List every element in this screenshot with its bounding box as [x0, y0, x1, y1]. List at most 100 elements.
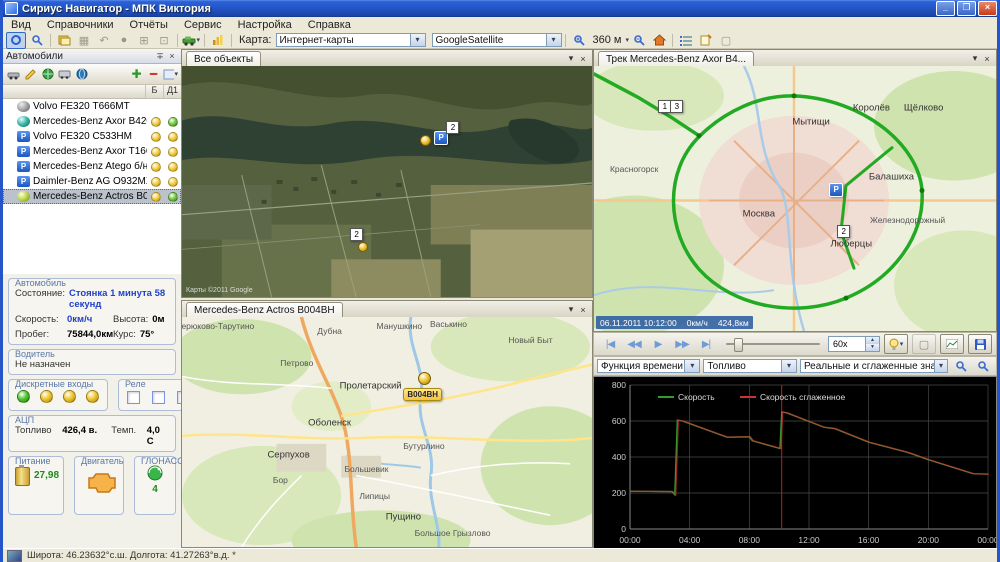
chart-button[interactable] — [209, 33, 227, 48]
relay-checkbox[interactable] — [127, 391, 140, 404]
undo-button[interactable]: ↶ — [95, 33, 113, 48]
relay-checkbox[interactable] — [152, 391, 165, 404]
geo-button[interactable] — [74, 68, 89, 81]
tab-close-icon[interactable]: × — [577, 305, 589, 315]
status-dot-cell — [164, 117, 181, 127]
vehicle-marker[interactable] — [358, 242, 368, 252]
follow-button[interactable] — [6, 32, 26, 49]
chart-zoom-out-button[interactable] — [974, 359, 992, 374]
map-type-combobox[interactable]: Интернет-карты ▾ — [276, 33, 426, 47]
fuel-chart[interactable]: 00:0004:0008:0012:0016:0020:0000:0002004… — [593, 376, 997, 552]
view-mode-button[interactable]: ▾ — [163, 68, 178, 81]
vehicle-row[interactable]: PVolvo FE320 С533НМ — [3, 129, 181, 144]
altitude-label: Высота: — [113, 314, 148, 325]
tab-track[interactable]: Трек Mercedes-Benz Axor В4... — [598, 51, 754, 66]
tab-menu-icon[interactable]: ▾ — [565, 53, 577, 64]
vehicle-group-button[interactable] — [6, 68, 21, 81]
slider-thumb[interactable] — [734, 338, 743, 352]
waypoint-marker-1[interactable]: 1 — [658, 100, 671, 113]
zoom-level-value[interactable]: 360 м — [593, 34, 622, 46]
bus-icon — [58, 69, 71, 79]
zoom-out-button[interactable] — [630, 33, 648, 48]
extra-button[interactable]: ▢ — [717, 33, 735, 48]
chart-zoom-in-button[interactable] — [952, 359, 970, 374]
chart-mode-combobox[interactable]: Функция времени ▾ — [597, 359, 700, 373]
column-d1[interactable]: Д1 — [163, 85, 181, 98]
menu-item[interactable]: Отчёты — [122, 18, 176, 32]
tab-close-icon[interactable]: × — [981, 54, 993, 64]
grid-button[interactable]: ▦ — [75, 33, 93, 48]
vehicle-status-icon — [17, 116, 30, 127]
add-vehicle-button[interactable]: ✚ — [129, 68, 144, 81]
map-place-label: Манушкино — [377, 321, 423, 331]
chart-param-combobox[interactable]: Топливо ▾ — [703, 359, 797, 373]
vehicle-plate-badge[interactable]: В004ВН — [403, 388, 442, 401]
maximize-button[interactable]: ❐ — [957, 1, 976, 16]
waypoint-marker-2[interactable]: 2 — [446, 121, 459, 134]
waypoint-marker-3[interactable]: 3 — [670, 100, 683, 113]
chart-settings-button[interactable] — [940, 334, 964, 354]
vehicle-menu-button[interactable]: ▾ — [182, 33, 200, 48]
group-label: Двигатель — [81, 456, 123, 466]
edit-list-button[interactable] — [23, 68, 38, 81]
speed-spinner[interactable]: 60x ▲▼ — [828, 336, 880, 352]
column-b[interactable]: Б — [145, 85, 163, 98]
dropdown-arrow-icon[interactable]: ▾ — [625, 36, 629, 44]
group-label: Водитель — [15, 349, 55, 359]
menu-item[interactable]: Сервис — [176, 18, 230, 32]
area-button[interactable]: ⊡ — [155, 33, 173, 48]
track-button[interactable] — [57, 68, 72, 81]
title-bar[interactable]: Сириус Навигатор - МПК Виктория _ ❐ × — [0, 0, 1000, 17]
menu-item[interactable]: Справочники — [39, 18, 122, 32]
track-map[interactable]: 1 3 P 2 06.11.2011 10:12:00 0км/ч 424,8к… — [594, 66, 996, 331]
vehicle-position-marker[interactable] — [418, 372, 431, 385]
stop-button[interactable]: ● — [115, 33, 133, 48]
satellite-map[interactable]: P 2 2 Карты ©2011 Google — [182, 66, 592, 297]
highlight-button[interactable]: ▾ — [884, 334, 908, 354]
home-button[interactable] — [650, 33, 668, 48]
vehicle-info-group: Автомобиль Состояние: Стоянка 1 минута 5… — [8, 278, 176, 345]
zoom-in-button[interactable] — [570, 33, 588, 48]
skip-end-button[interactable]: ▶| — [694, 335, 718, 353]
close-icon[interactable]: × — [166, 51, 178, 61]
vehicle-row[interactable]: PDaimler-Benz AG О932МХ — [3, 174, 181, 189]
waypoint-marker-2[interactable]: 2 — [837, 225, 850, 238]
road-map[interactable]: В004ВН Нерюково-ТарутиноДубнаМанушкиноВа… — [182, 317, 592, 547]
tab-menu-icon[interactable]: ▾ — [969, 53, 981, 64]
search-button[interactable] — [28, 33, 46, 48]
fast-forward-button[interactable]: ▶▶ — [670, 335, 694, 353]
stop-playback-button[interactable]: ▢ — [912, 334, 936, 354]
vehicle-row[interactable]: Mercedes-Benz Axor В420НВ — [3, 114, 181, 129]
tab-close-icon[interactable]: × — [577, 54, 589, 64]
ruler-button[interactable]: ⊞ — [135, 33, 153, 48]
menu-item[interactable]: Справка — [300, 18, 359, 32]
save-button[interactable] — [968, 334, 992, 354]
tab-menu-icon[interactable]: ▾ — [565, 304, 577, 315]
edit-button[interactable] — [697, 33, 715, 48]
parking-marker[interactable]: P — [829, 183, 843, 197]
rewind-button[interactable]: ◀◀ — [622, 335, 646, 353]
play-button[interactable]: ▶ — [646, 335, 670, 353]
chart-view-combobox[interactable]: Реальные и сглаженные значени ▾ — [800, 359, 948, 373]
show-all-button[interactable] — [40, 68, 55, 81]
tab-actros-map[interactable]: Mercedes-Benz Actros В004ВН — [186, 302, 343, 317]
playback-slider[interactable] — [726, 335, 820, 353]
spinner-arrows[interactable]: ▲▼ — [865, 337, 879, 351]
pin-icon[interactable]: ∓ — [154, 51, 166, 62]
status-dot-cell — [147, 162, 164, 172]
list-button[interactable] — [677, 33, 695, 48]
waypoint-marker-2b[interactable]: 2 — [350, 228, 363, 241]
menu-item[interactable]: Настройка — [230, 18, 300, 32]
skip-start-button[interactable]: |◀ — [598, 335, 622, 353]
remove-vehicle-button[interactable]: ━ — [146, 68, 161, 81]
minimize-button[interactable]: _ — [936, 1, 955, 16]
vehicle-row[interactable]: Volvo FE320 Т666МТ — [3, 99, 181, 114]
map-provider-combobox[interactable]: GoogleSatellite ▾ — [432, 33, 562, 47]
vehicle-row[interactable]: Mercedes-Benz Actros В004ВН — [3, 189, 181, 204]
menu-item[interactable]: Вид — [3, 18, 39, 32]
tab-all-objects[interactable]: Все объекты — [186, 51, 261, 66]
vehicle-row[interactable]: PMercedes-Benz Axor Т166МТ — [3, 144, 181, 159]
layers-button[interactable] — [55, 33, 73, 48]
vehicle-row[interactable]: PMercedes-Benz Atego б/н — [3, 159, 181, 174]
close-button[interactable]: × — [978, 1, 997, 16]
